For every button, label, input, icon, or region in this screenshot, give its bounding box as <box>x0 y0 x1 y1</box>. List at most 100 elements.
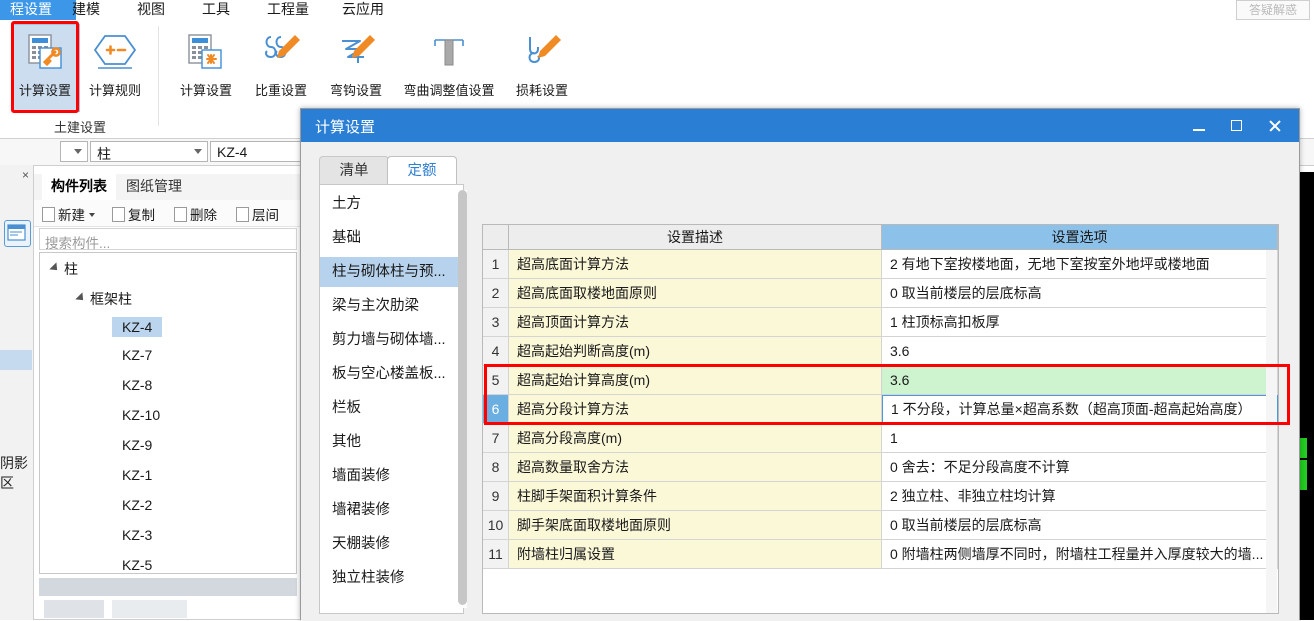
button-label: 新建 <box>58 208 85 223</box>
dialog-minimize-button[interactable] <box>1179 109 1219 142</box>
ribbon-tab-tools[interactable]: 工具 <box>196 0 236 20</box>
ribbon-button-label: 弯曲调整值设置 <box>403 83 495 98</box>
tree-node-frame-column[interactable]: 框架柱 <box>75 289 132 309</box>
dialog-title-bar[interactable]: 计算设置 <box>301 109 1299 142</box>
tree-leaf-kz-4[interactable]: KZ-4 <box>112 317 163 337</box>
dialog-maximize-button[interactable] <box>1217 109 1257 142</box>
tree-leaf-kz-9[interactable]: KZ-9 <box>122 437 152 453</box>
ribbon-tab-label: 云应用 <box>342 1 384 17</box>
row-value[interactable]: 0 附墙柱两侧墙厚不同时，附墙柱工程量并入厚度较大的墙... <box>882 540 1278 569</box>
table-row[interactable]: 11 附墙柱归属设置 0 附墙柱两侧墙厚不同时，附墙柱工程量并入厚度较大的墙..… <box>483 540 1278 569</box>
ribbon-tab-quantity[interactable]: 工程量 <box>261 0 315 20</box>
row-description: 超高底面取楼地面原则 <box>509 279 882 308</box>
row-value[interactable]: 2 独立柱、非独立柱均计算 <box>882 482 1278 511</box>
ribbon-tab-modeling[interactable]: 建模 <box>66 0 106 20</box>
ribbon-button-hook-settings[interactable]: 弯钩设置 <box>320 26 392 99</box>
table-row[interactable]: 4 超高起始判断高度(m) 3.6 <box>483 337 1278 366</box>
row-value[interactable]: 2 有地下室按楼地面，无地下室按室外地坪或楼地面 <box>882 250 1278 279</box>
row-value[interactable]: 0 取当前楼层的层底标高 <box>882 511 1278 540</box>
button-delete-component[interactable]: 删除 <box>174 204 217 224</box>
category-item-earthwork[interactable]: 土方 <box>320 189 463 219</box>
category-item-wainscot[interactable]: 墙裙装修 <box>320 495 463 525</box>
table-scrollbar[interactable] <box>1266 250 1277 613</box>
table-row[interactable]: 7 超高分段高度(m) 1 <box>483 424 1278 453</box>
category-list-scrollbar-thumb[interactable] <box>458 190 467 605</box>
table-header-option: 设置选项 <box>882 225 1278 250</box>
tree-leaf-kz-5[interactable]: KZ-5 <box>122 557 152 573</box>
row-value[interactable]: 0 取当前楼层的层底标高 <box>882 279 1278 308</box>
dialog-tabs: 清单 定额 <box>319 156 494 185</box>
row-value[interactable]: 1 <box>882 424 1278 453</box>
row-value-editor[interactable]: 1 不分段，计算总量×超高系数（超高顶面-超高起始高度） <box>882 395 1278 424</box>
category-item-column-finish[interactable]: 独立柱装修 <box>320 563 463 593</box>
ribbon-tab-project-settings[interactable]: 程设置 <box>0 0 76 20</box>
tree-leaf-kz-10[interactable]: KZ-10 <box>122 407 160 423</box>
dialog-close-button[interactable] <box>1255 109 1295 142</box>
category-item-beams[interactable]: 梁与主次肋梁 <box>320 291 463 321</box>
button-layer-copy[interactable]: 层间 <box>236 204 279 224</box>
row-description: 脚手架底面取楼地面原则 <box>509 511 882 540</box>
category-select-combo[interactable]: 柱 <box>90 141 208 162</box>
tree-leaf-label: KZ-5 <box>122 557 153 573</box>
table-row[interactable]: 3 超高顶面计算方法 1 柱顶标高扣板厚 <box>483 308 1278 337</box>
ribbon-button-label: 损耗设置 <box>515 83 568 98</box>
left-strip-selected-item[interactable] <box>0 350 32 370</box>
table-row[interactable]: 8 超高数量取舍方法 0 舍去：不足分段高度不计算 <box>483 453 1278 482</box>
category-item-other[interactable]: 其他 <box>320 427 463 457</box>
category-label: 柱与砌体柱与预... <box>332 264 446 280</box>
ribbon-button-bend-adjust-settings[interactable]: 弯曲调整值设置 <box>395 26 503 99</box>
table-row[interactable]: 1 超高底面计算方法 2 有地下室按楼地面，无地下室按室外地坪或楼地面 <box>483 250 1278 279</box>
settings-table: 设置描述 设置选项 1 超高底面计算方法 2 有地下室按楼地面，无地下室按室外地… <box>482 224 1279 614</box>
tab-drawing-management[interactable]: 图纸管理 <box>117 174 191 199</box>
button-copy-component[interactable]: 复制 <box>112 204 155 224</box>
table-row[interactable]: 2 超高底面取楼地面原则 0 取当前楼层的层底标高 <box>483 279 1278 308</box>
ribbon-button-waste-settings[interactable]: 损耗设置 <box>506 26 578 99</box>
panel-footer-tab-2[interactable] <box>112 600 187 618</box>
ribbon-button-weight-settings[interactable]: 比重设置 <box>245 26 317 99</box>
category-item-railing-panel[interactable]: 栏板 <box>320 393 463 423</box>
tree-leaf-kz-3[interactable]: KZ-3 <box>122 527 152 543</box>
tree-leaf-kz-1[interactable]: KZ-1 <box>122 467 152 483</box>
row-value[interactable]: 3.6 <box>882 337 1278 366</box>
table-row[interactable]: 6 超高分段计算方法 1 不分段，计算总量×超高系数（超高顶面-超高起始高度） <box>483 395 1278 424</box>
ribbon-tab-cloud-apps[interactable]: 云应用 <box>336 0 390 20</box>
ribbon-button-calc-rules[interactable]: 计算规则 <box>82 26 148 99</box>
chevron-down-icon <box>89 213 95 217</box>
properties-panel-icon[interactable] <box>4 220 31 247</box>
tree-leaf-kz-7[interactable]: KZ-7 <box>122 347 152 363</box>
dialog-title: 计算设置 <box>315 119 376 136</box>
ribbon-button-rebar-calc-settings[interactable]: 计算设置 <box>170 26 242 99</box>
row-value[interactable]: 0 舍去：不足分段高度不计算 <box>882 453 1278 482</box>
panel-footer-tab-1[interactable] <box>44 600 104 618</box>
category-select-value: 柱 <box>97 146 111 162</box>
category-label: 土方 <box>332 196 361 212</box>
floor-select-combo[interactable] <box>60 141 88 162</box>
category-item-columns[interactable]: 柱与砌体柱与预... <box>320 257 463 287</box>
close-icon[interactable]: × <box>22 168 29 182</box>
row-value[interactable]: 3.6 <box>882 366 1278 395</box>
row-index: 11 <box>483 540 509 569</box>
button-new-component[interactable]: 新建 <box>42 204 95 224</box>
dialog-tab-quota[interactable]: 定额 <box>387 156 457 185</box>
tree-node-column[interactable]: 柱 <box>49 259 78 279</box>
category-item-foundation[interactable]: 基础 <box>320 223 463 253</box>
table-row[interactable]: 5 超高起始计算高度(m) 3.6 <box>483 366 1278 395</box>
column-bar-icon <box>395 26 503 78</box>
dialog-tab-bill[interactable]: 清单 <box>319 156 389 185</box>
search-component-input[interactable]: 搜索构件... <box>39 228 297 251</box>
ribbon-tab-label: 程设置 <box>10 1 52 17</box>
table-row[interactable]: 9 柱脚手架面积计算条件 2 独立柱、非独立柱均计算 <box>483 482 1278 511</box>
category-item-wall-finish[interactable]: 墙面装修 <box>320 461 463 491</box>
tree-leaf-kz-8[interactable]: KZ-8 <box>122 377 152 393</box>
category-item-shear-walls[interactable]: 剪力墙与砌体墙... <box>320 325 463 355</box>
category-item-slabs[interactable]: 板与空心楼盖板... <box>320 359 463 389</box>
ribbon-tab-view[interactable]: 视图 <box>131 0 171 20</box>
tree-leaf-kz-2[interactable]: KZ-2 <box>122 497 152 513</box>
category-item-ceiling-finish[interactable]: 天棚装修 <box>320 529 463 559</box>
table-row[interactable]: 10 脚手架底面取楼地面原则 0 取当前楼层的层底标高 <box>483 511 1278 540</box>
help-search-box[interactable]: 答疑解惑 <box>1236 0 1310 20</box>
ribbon-button-calc-settings[interactable]: 计算设置 <box>12 26 78 99</box>
tab-component-list[interactable]: 构件列表 <box>42 174 116 200</box>
ribbon-tab-label: 工程量 <box>267 1 309 17</box>
row-value[interactable]: 1 柱顶标高扣板厚 <box>882 308 1278 337</box>
